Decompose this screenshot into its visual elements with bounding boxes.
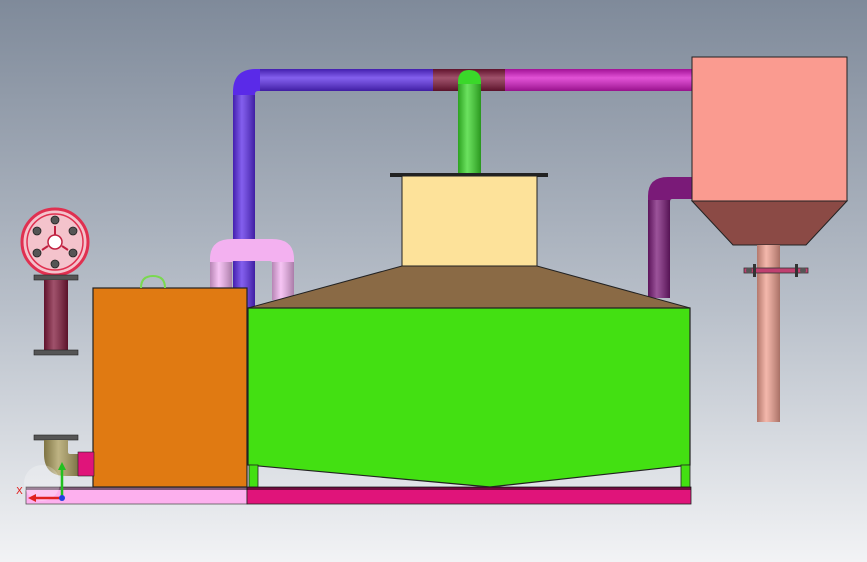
tank-leg-left: [248, 464, 259, 488]
axis-x-label: X: [16, 486, 23, 497]
main-tank[interactable]: [247, 307, 691, 488]
tank-leg-right: [680, 464, 691, 488]
left-box[interactable]: [92, 274, 248, 488]
inlet-flange: [77, 451, 95, 477]
green-stack-pipe[interactable]: [458, 70, 481, 174]
cad-viewport[interactable]: [0, 0, 867, 562]
hopper-body[interactable]: [691, 56, 848, 202]
handwheel-valve[interactable]: [20, 207, 90, 277]
top-box[interactable]: [390, 173, 548, 267]
base-frame[interactable]: [25, 486, 692, 505]
